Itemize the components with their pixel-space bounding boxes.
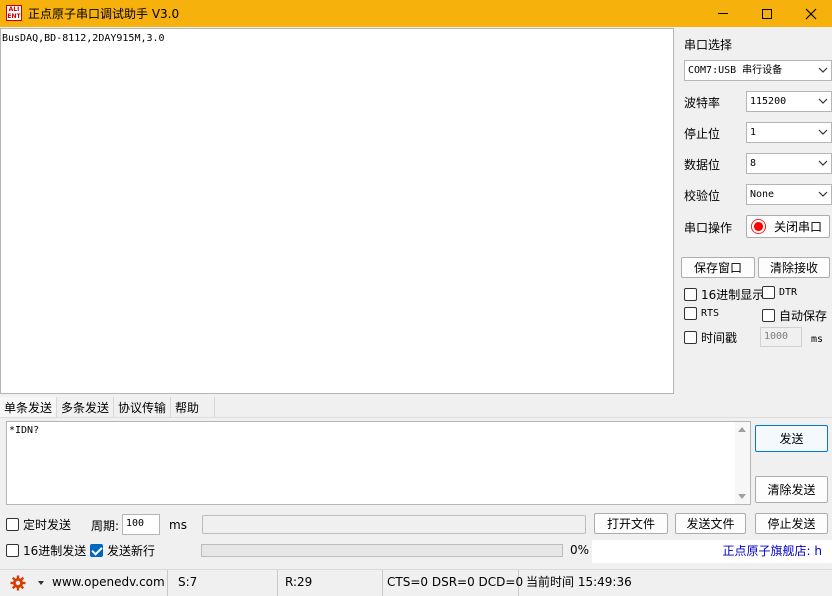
hex-display-label: 16进制显示 bbox=[701, 288, 765, 302]
parity-value: None bbox=[750, 189, 775, 200]
auto-save-label: 自动保存 bbox=[779, 309, 828, 323]
rts-label: RTS bbox=[701, 308, 720, 319]
minimize-button[interactable] bbox=[700, 0, 746, 27]
send-textarea[interactable]: *IDN? bbox=[6, 421, 751, 505]
period-unit: ms bbox=[169, 518, 187, 532]
tab-help[interactable]: 帮助 bbox=[171, 397, 216, 417]
title-bar: ALIENTEK 正点原子串口调试助手 V3.0 bbox=[0, 0, 832, 27]
dtr-label: DTR bbox=[779, 287, 798, 298]
save-window-button[interactable]: 保存窗口 bbox=[681, 257, 755, 278]
app-logo-icon: ALIENTEK bbox=[6, 5, 22, 21]
signal-status: CTS=0 DSR=0 DCD=0 bbox=[383, 570, 523, 596]
minimize-icon bbox=[718, 13, 728, 14]
send-newline-checkbox[interactable]: 发送新行 bbox=[90, 542, 155, 559]
databit-select[interactable]: 8 bbox=[746, 153, 832, 174]
checkbox-box bbox=[6, 518, 19, 531]
receive-text: BusDAQ,BD-8112,2DAY915M,3.0 bbox=[2, 33, 165, 44]
chevron-down-icon bbox=[818, 129, 828, 135]
scroll-down-icon[interactable] bbox=[738, 494, 746, 499]
stopbit-value: 1 bbox=[750, 127, 757, 138]
tab-single-send[interactable]: 单条发送 bbox=[0, 397, 58, 417]
checkbox-box bbox=[684, 288, 697, 301]
scroll-up-icon[interactable] bbox=[738, 427, 746, 432]
chevron-down-icon[interactable] bbox=[38, 581, 44, 585]
send-file-button[interactable]: 发送文件 bbox=[675, 513, 746, 534]
window-title: 正点原子串口调试助手 V3.0 bbox=[28, 7, 180, 21]
send-newline-label: 发送新行 bbox=[107, 544, 156, 558]
checkbox-checked-icon bbox=[90, 544, 103, 557]
send-text: *IDN? bbox=[9, 425, 40, 436]
receive-textarea[interactable]: BusDAQ,BD-8112,2DAY915M,3.0 bbox=[0, 28, 674, 394]
chevron-down-icon bbox=[818, 160, 828, 166]
sent-count: S:7 bbox=[174, 570, 278, 596]
tab-protocol[interactable]: 协议传输 bbox=[114, 397, 172, 417]
open-file-button[interactable]: 打开文件 bbox=[594, 513, 668, 534]
chevron-down-icon bbox=[818, 67, 828, 73]
received-count: R:29 bbox=[281, 570, 383, 596]
close-icon bbox=[805, 8, 817, 19]
port-select-value: COM7:USB 串行设备 bbox=[688, 65, 783, 76]
stop-send-button[interactable]: 停止发送 bbox=[755, 513, 828, 534]
send-progress-bar bbox=[201, 544, 563, 557]
period-label: 周期: bbox=[91, 519, 120, 533]
website-link[interactable]: www.openedv.com bbox=[48, 570, 168, 596]
baud-value: 115200 bbox=[750, 96, 787, 107]
timed-send-label: 定时发送 bbox=[23, 518, 72, 532]
clear-receive-button[interactable]: 清除接收 bbox=[758, 257, 830, 278]
auto-save-checkbox[interactable]: 自动保存 bbox=[762, 307, 827, 324]
timed-send-checkbox[interactable]: 定时发送 bbox=[6, 516, 71, 533]
port-select[interactable]: COM7:USB 串行设备 bbox=[684, 60, 832, 81]
port-op-label: 串口操作 bbox=[684, 221, 733, 235]
progress-percent: 0% bbox=[570, 543, 590, 557]
timestamp-label: 时间戳 bbox=[701, 331, 738, 345]
stopbit-label: 停止位 bbox=[684, 127, 721, 141]
timestamp-checkbox[interactable]: 时间戳 bbox=[684, 329, 737, 346]
stopbit-select[interactable]: 1 bbox=[746, 122, 832, 143]
tab-multi-send[interactable]: 多条发送 bbox=[57, 397, 115, 417]
hex-send-label: 16进制发送 bbox=[23, 544, 87, 558]
checkbox-box bbox=[6, 544, 19, 557]
period-input[interactable]: 100 bbox=[122, 514, 160, 535]
close-button[interactable] bbox=[788, 0, 832, 27]
timestamp-interval-input[interactable]: 1000 bbox=[760, 327, 802, 347]
checkbox-box bbox=[684, 307, 697, 320]
maximize-icon bbox=[762, 8, 772, 19]
dtr-checkbox[interactable]: DTR bbox=[762, 286, 797, 299]
send-scrollbar[interactable] bbox=[735, 422, 750, 504]
hex-send-checkbox[interactable]: 16进制发送 bbox=[6, 542, 86, 559]
gear-icon[interactable] bbox=[10, 575, 26, 591]
rts-checkbox[interactable]: RTS bbox=[684, 307, 719, 320]
checkbox-box bbox=[762, 309, 775, 322]
close-port-label: 关闭串口 bbox=[773, 220, 822, 234]
clear-send-button[interactable]: 清除发送 bbox=[755, 476, 828, 503]
baud-select[interactable]: 115200 bbox=[746, 91, 832, 112]
file-path-field[interactable] bbox=[202, 515, 586, 534]
promo-link[interactable]: 正点原子旗舰店: h bbox=[592, 540, 832, 563]
port-select-label: 串口选择 bbox=[684, 38, 733, 52]
parity-label: 校验位 bbox=[684, 189, 721, 203]
parity-select[interactable]: None bbox=[746, 184, 832, 205]
checkbox-box bbox=[762, 286, 775, 299]
led-indicator-icon bbox=[751, 219, 766, 234]
hex-display-checkbox[interactable]: 16进制显示 bbox=[684, 286, 764, 303]
chevron-down-icon bbox=[818, 98, 828, 104]
maximize-button[interactable] bbox=[744, 0, 790, 27]
send-button[interactable]: 发送 bbox=[755, 425, 828, 452]
close-port-button[interactable]: 关闭串口 bbox=[746, 215, 830, 238]
databit-label: 数据位 bbox=[684, 158, 721, 172]
chevron-down-icon bbox=[818, 191, 828, 197]
databit-value: 8 bbox=[750, 158, 757, 169]
current-time: 当前时间 15:49:36 bbox=[526, 575, 632, 589]
timestamp-unit: ms bbox=[811, 334, 824, 345]
tab-divider bbox=[0, 417, 832, 418]
checkbox-box bbox=[684, 331, 697, 344]
status-bar: www.openedv.com S:7 R:29 CTS=0 DSR=0 DCD… bbox=[0, 569, 832, 596]
baud-label: 波特率 bbox=[684, 96, 721, 110]
send-tabs: 单条发送 多条发送 协议传输 帮助 bbox=[0, 397, 216, 417]
